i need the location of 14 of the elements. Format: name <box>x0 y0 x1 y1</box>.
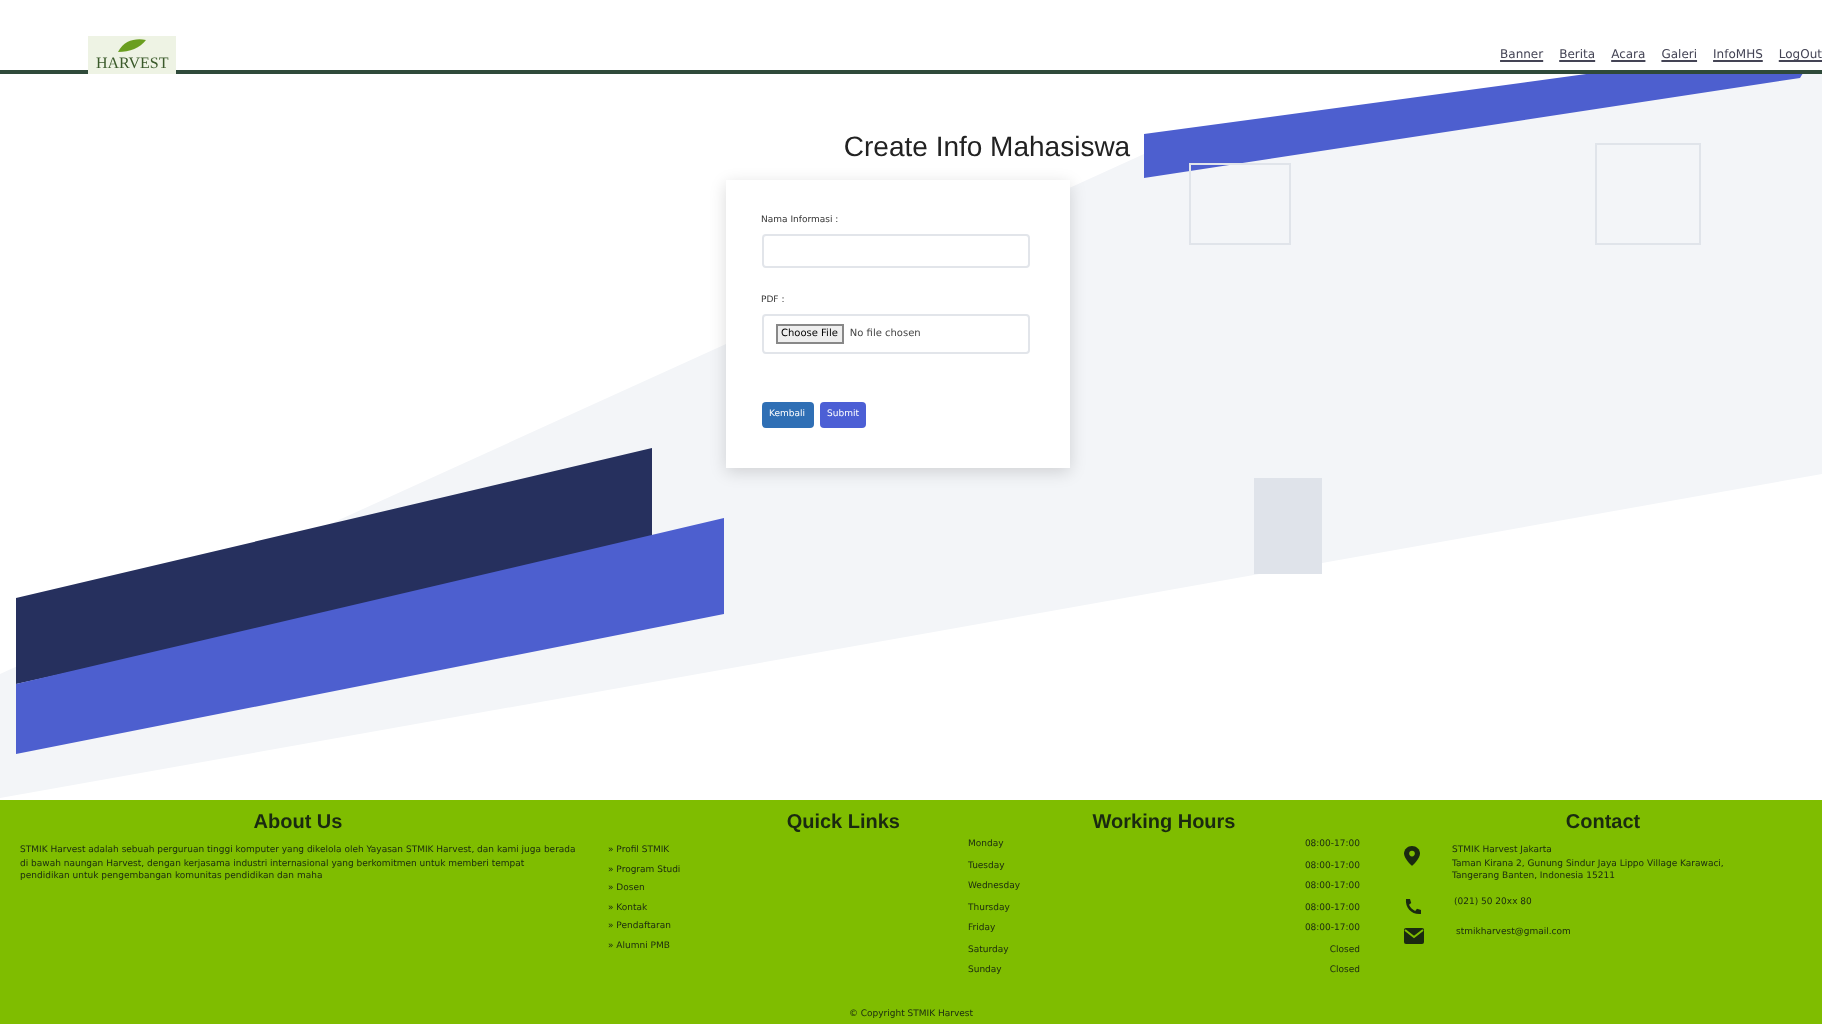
logo[interactable]: HARVEST <box>88 36 177 74</box>
outline-square <box>1189 163 1291 245</box>
phone-icon <box>1404 897 1422 915</box>
section-title: About Us <box>251 812 345 834</box>
logo-text: HARVEST <box>96 54 169 72</box>
envelope-icon <box>1404 927 1424 943</box>
filled-block <box>1254 478 1322 574</box>
leaf-icon <box>116 38 149 54</box>
section-title: Quick Links <box>784 812 900 834</box>
section-title: Contact <box>1563 812 1643 834</box>
input-field[interactable] <box>761 234 1029 268</box>
form-title: Create Info Mahasiswa <box>843 130 1131 162</box>
section-title: Working Hours <box>1090 812 1238 834</box>
map-pin-icon <box>1404 846 1420 866</box>
